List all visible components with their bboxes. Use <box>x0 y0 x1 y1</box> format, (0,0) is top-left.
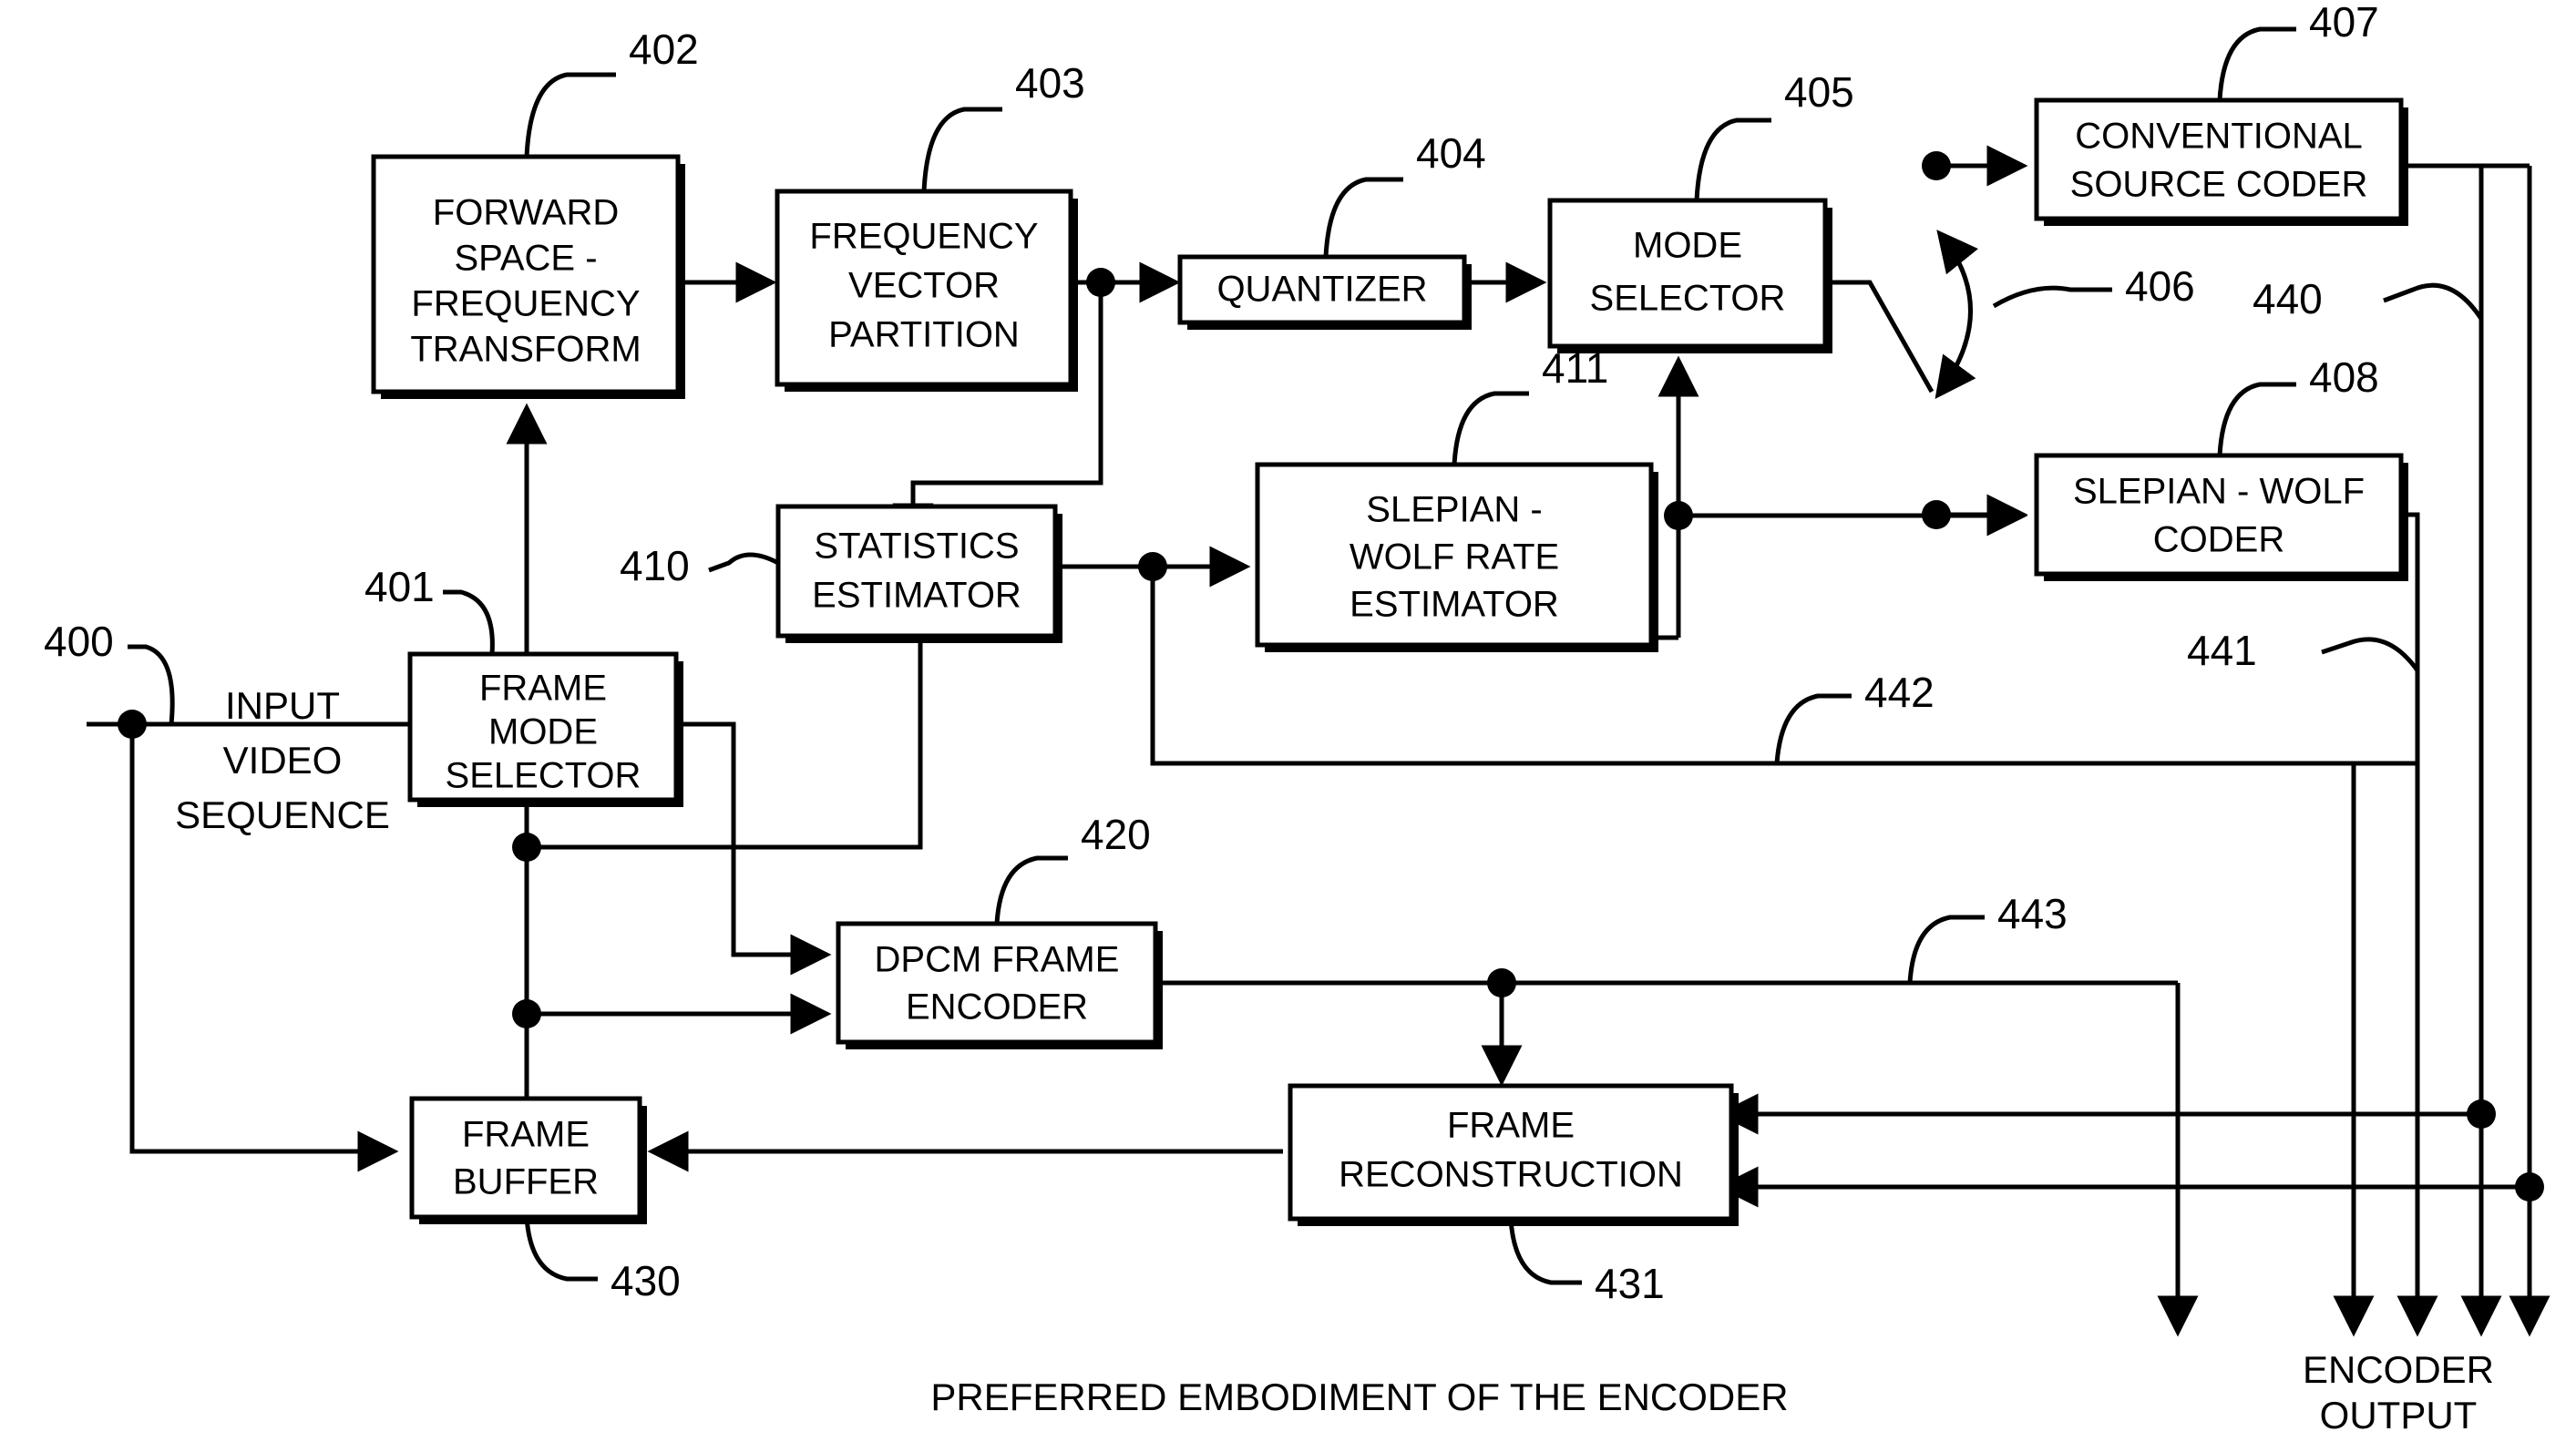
block-label-line: VECTOR <box>848 266 1000 306</box>
block-label-line: DPCM FRAME <box>875 940 1120 980</box>
figure-caption: PREFERRED EMBODIMENT OF THE ENCODER <box>930 1375 1788 1418</box>
block-label-line: FORWARD <box>433 193 619 233</box>
leader-430 <box>524 1216 598 1282</box>
block-label-line: SLEPIAN - WOLF <box>2073 472 2365 512</box>
ref-numeral-430: 430 <box>611 1257 681 1304</box>
ref-numeral-440: 440 <box>2253 275 2323 322</box>
block-label-line: ESTIMATOR <box>812 576 1021 616</box>
block-mode-selector[interactable]: MODE SELECTOR <box>1547 198 1832 353</box>
junction-dot-input-video <box>118 710 147 739</box>
patent-figure-encoder-block-diagram: FORWARD SPACE - FREQUENCY TRANSFORM FREQ… <box>0 0 2576 1452</box>
input-label-line3: SEQUENCE <box>175 793 390 836</box>
leader-410 <box>708 552 780 573</box>
switch-double-arrow-406 <box>1935 230 1979 400</box>
leader-404 <box>1323 177 1403 258</box>
leader-401 <box>443 589 495 655</box>
block-quantizer[interactable]: QUANTIZER <box>1177 254 1472 330</box>
leader-420 <box>994 855 1068 925</box>
ref-numeral-403: 403 <box>1015 59 1085 107</box>
block-label-line: SLEPIAN - <box>1366 490 1542 530</box>
block-label-line: SELECTOR <box>446 756 641 796</box>
leader-407 <box>2217 26 2296 101</box>
block-conventional-source-coder[interactable]: CONVENTIONAL SOURCE CODER <box>2034 97 2408 226</box>
block-label-line: QUANTIZER <box>1216 270 1427 310</box>
ref-numeral-404: 404 <box>1416 129 1486 177</box>
block-label-line: ENCODER <box>906 987 1088 1028</box>
block-label-line: PARTITION <box>828 315 1020 355</box>
leader-440 <box>2383 282 2484 321</box>
block-label-line: MODE <box>488 712 598 752</box>
leader-442 <box>1774 693 1852 764</box>
ref-numeral-411: 411 <box>1542 344 1608 392</box>
block-body <box>1547 198 1828 349</box>
block-frame-reconstruction[interactable]: FRAME RECONSTRUCTION <box>1288 1083 1739 1226</box>
block-frequency-vector-partition[interactable]: FREQUENCY VECTOR PARTITION <box>775 189 1078 392</box>
output-label-line2: OUTPUT <box>2320 1394 2478 1437</box>
leader-431 <box>1508 1218 1582 1285</box>
leader-403 <box>921 107 1002 192</box>
block-label-line: CODER <box>2153 520 2284 560</box>
block-label-line: FREQUENCY <box>411 284 640 324</box>
output-label-line1: ENCODER <box>2303 1348 2494 1391</box>
junction-dot-fms-trunk-upper <box>512 833 541 862</box>
ref-numeral-402: 402 <box>629 26 699 73</box>
block-dpcm-frame-encoder[interactable]: DPCM FRAME ENCODER <box>836 921 1163 1049</box>
block-label-line: FRAME <box>462 1115 590 1155</box>
ref-numeral-441: 441 <box>2187 627 2257 674</box>
block-label-line: TRANSFORM <box>410 330 641 370</box>
ref-numeral-443: 443 <box>1997 890 2068 937</box>
leader-402 <box>524 72 616 158</box>
input-label-line1: INPUT <box>225 684 340 727</box>
input-label-line2: VIDEO <box>223 739 343 782</box>
ref-numeral-408: 408 <box>2309 353 2379 401</box>
block-label-line: SPACE - <box>454 239 597 279</box>
block-statistics-estimator[interactable]: STATISTICS ESTIMATOR <box>775 504 1062 643</box>
block-label-line: SOURCE CODER <box>2070 165 2368 205</box>
block-label-line: MODE <box>1633 226 1742 266</box>
ref-numeral-406: 406 <box>2125 262 2195 310</box>
block-label-line: FRAME <box>1447 1106 1575 1146</box>
block-slepian-wolf-rate-estimator[interactable]: SLEPIAN - WOLF RATE ESTIMATOR <box>1255 462 1658 652</box>
block-label-line: SELECTOR <box>1590 279 1786 319</box>
leader-408 <box>2217 382 2296 456</box>
wire-fms-right-to-dpcm-upper-input <box>679 721 832 976</box>
block-label-line: FRAME <box>479 669 607 709</box>
wire-mode-selector-switch-arm <box>1821 280 1935 394</box>
ref-numeral-420: 420 <box>1081 811 1151 858</box>
leader-406 <box>1992 285 2112 309</box>
wire-441-swc-output <box>2401 512 2420 1320</box>
leader-405 <box>1694 118 1771 201</box>
diagram-canvas: FORWARD SPACE - FREQUENCY TRANSFORM FREQ… <box>44 0 2550 1437</box>
block-slepian-wolf-coder[interactable]: SLEPIAN - WOLF CODER <box>2034 453 2408 581</box>
leader-443 <box>1907 915 1985 984</box>
junction-dot-partition-output <box>1086 268 1115 297</box>
block-label-line: BUFFER <box>453 1162 599 1202</box>
junction-dot-csc-input <box>1922 151 1951 180</box>
ref-numeral-405: 405 <box>1784 68 1854 116</box>
junction-dot-feedback-upper <box>2467 1099 2496 1129</box>
ref-numeral-400: 400 <box>44 618 114 665</box>
ref-numeral-431: 431 <box>1595 1260 1665 1307</box>
block-frame-buffer[interactable]: FRAME BUFFER <box>409 1096 647 1224</box>
block-label-line: CONVENTIONAL <box>2075 117 2363 157</box>
block-frame-mode-selector[interactable]: FRAME MODE SELECTOR <box>407 651 683 807</box>
block-label-line: WOLF RATE <box>1350 537 1559 578</box>
ref-numeral-401: 401 <box>364 563 435 610</box>
block-forward-transform[interactable]: FORWARD SPACE - FREQUENCY TRANSFORM <box>371 154 685 399</box>
leader-441 <box>2321 637 2420 672</box>
leader-411 <box>1452 391 1529 465</box>
block-label-line: FREQUENCY <box>809 217 1038 257</box>
ref-numeral-442: 442 <box>1864 669 1935 716</box>
ref-numeral-407: 407 <box>2309 0 2379 46</box>
block-label-line: STATISTICS <box>814 527 1019 567</box>
block-label-line: ESTIMATOR <box>1350 585 1559 625</box>
wire-input-to-frame-buffer <box>129 724 399 1172</box>
wire-440-csc-output <box>2401 163 2484 1320</box>
block-label-line: RECONSTRUCTION <box>1339 1155 1683 1195</box>
ref-numeral-410: 410 <box>620 542 690 589</box>
